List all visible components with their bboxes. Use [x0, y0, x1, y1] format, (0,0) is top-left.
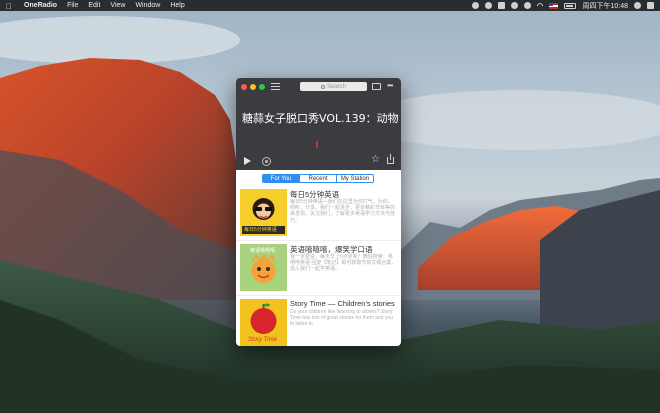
now-playing-title: 糖蒜女子脱口秀VOL.139：动物: [242, 112, 399, 125]
tab-control: For You Recent My Station: [262, 174, 374, 183]
search-input[interactable]: Search: [300, 82, 367, 91]
screen-icon[interactable]: [372, 83, 381, 90]
station-description: Do your children like listening to stori…: [290, 309, 393, 328]
minimize-button[interactable]: [250, 83, 256, 90]
tab-recent[interactable]: Recent: [299, 175, 336, 182]
input-source-flag-icon[interactable]: [549, 2, 559, 9]
thumb-caption: Story Time: [248, 337, 277, 343]
station-thumbnail: Story Time: [240, 299, 287, 346]
list-item[interactable]: 每日5分钟英语 每日5分钟英语 每日5分钟英语—我们在这里为你打气，为你，倾听，…: [236, 186, 401, 241]
station-description: 我一定要说，每天早上6点更新！微信搜索：嘻嘻嘻英语 回复【笔记】即可获取节目文稿…: [290, 254, 397, 273]
list-item[interactable]: Story Time Story Time — Children's stori…: [236, 296, 401, 346]
tab-my-station[interactable]: My Station: [336, 175, 373, 182]
apple-menu-icon[interactable]: : [6, 2, 14, 11]
tab-for-you[interactable]: For You: [263, 175, 299, 182]
search-placeholder: Search: [326, 83, 346, 90]
more-icon[interactable]: •••: [387, 82, 393, 90]
menu-file[interactable]: File: [67, 2, 78, 9]
menu-help[interactable]: Help: [170, 2, 184, 9]
oneradio-window: Search ••• 糖蒜女子脱口秀VOL.139：动物 ☆ For You R…: [236, 78, 401, 346]
menu-app-name[interactable]: OneRadio: [24, 2, 57, 9]
play-icon[interactable]: [244, 157, 251, 165]
player-panel: Search ••• 糖蒜女子脱口秀VOL.139：动物 ☆: [236, 78, 401, 170]
battery-icon[interactable]: [564, 2, 577, 9]
notification-center-icon[interactable]: [647, 2, 654, 9]
status-icon-2[interactable]: [485, 2, 493, 9]
list-icon[interactable]: [271, 83, 280, 90]
player-controls: ☆: [236, 154, 401, 168]
record-icon[interactable]: [262, 157, 271, 166]
share-icon[interactable]: [387, 154, 394, 164]
thumb-caption: 英语嘻嘻嘻: [250, 248, 276, 254]
station-thumbnail: 英语嘻嘻嘻: [240, 244, 287, 291]
list-item[interactable]: 英语嘻嘻嘻 英语嘻嘻嘻，爆笑学口语 我一定要说，每天早上6点更新！微信搜索：嘻嘻…: [236, 241, 401, 296]
station-thumbnail: 每日5分钟英语: [240, 189, 287, 236]
search-icon[interactable]: [634, 2, 641, 9]
radio-status-icon[interactable]: [472, 2, 480, 9]
menu-view[interactable]: View: [110, 2, 125, 9]
menu-clock[interactable]: 周四下午10:48: [582, 1, 628, 11]
progress-marker[interactable]: [316, 141, 318, 148]
status-icon-3[interactable]: [498, 2, 506, 9]
station-title: Story Time — Children's stories: [290, 299, 395, 308]
thumb-caption: 每日5分钟英语: [244, 227, 277, 233]
station-description: 每日5分钟英语—我们在这里为你打气，为你，倾听，分享。我们一起进步，更多精彩节目…: [290, 199, 396, 224]
wifi-icon[interactable]: [536, 1, 545, 10]
zoom-button[interactable]: [259, 83, 265, 90]
search-icon: [320, 84, 325, 89]
star-icon[interactable]: ☆: [371, 154, 380, 165]
menu-window[interactable]: Window: [135, 2, 160, 9]
bluetooth-icon[interactable]: [524, 2, 532, 9]
station-list: 每日5分钟英语 每日5分钟英语 每日5分钟英语—我们在这里为你打气，为你，倾听，…: [236, 186, 401, 346]
menu-edit[interactable]: Edit: [88, 2, 100, 9]
close-button[interactable]: [241, 83, 247, 90]
status-icon-4[interactable]: [511, 2, 519, 9]
menu-bar:  OneRadio File Edit View Window Help 周四…: [0, 0, 660, 11]
